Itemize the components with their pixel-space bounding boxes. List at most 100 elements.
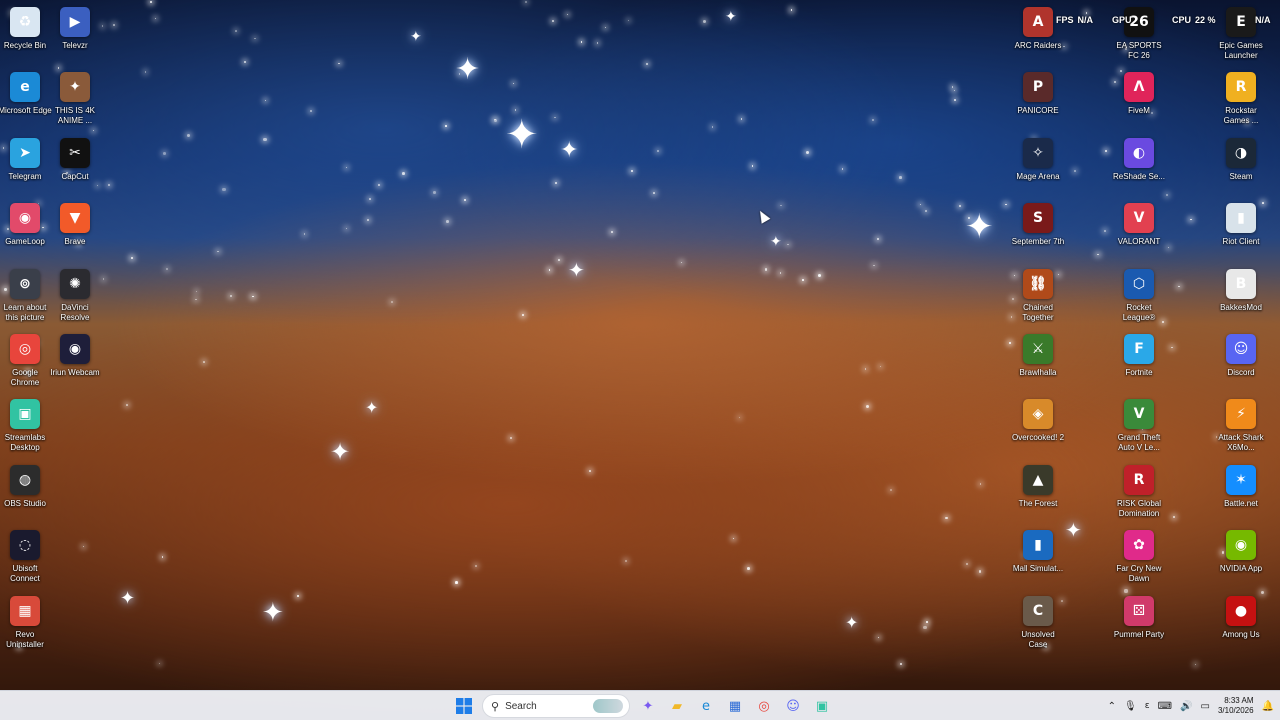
desktop-shortcut-nvidia[interactable]: ◉ NVIDIA App — [1214, 527, 1268, 592]
desktop-shortcut-among-us[interactable]: ● Among Us — [1214, 593, 1268, 658]
streamlabs-taskbar-button[interactable]: ▣ — [810, 694, 834, 718]
televzr-icon: ▶ — [60, 7, 90, 37]
desktop-shortcut-label: Mage Arena — [1016, 171, 1060, 181]
gpu-overlay: GPU — [1112, 13, 1132, 27]
desktop-shortcut-steam[interactable]: ◑ Steam — [1214, 135, 1268, 200]
wallpaper-star — [872, 118, 875, 121]
desktop-shortcut-edge[interactable]: e Microsoft Edge — [0, 69, 52, 134]
battery-icon[interactable]: ▭ — [1201, 701, 1210, 712]
wallpaper-star — [345, 228, 347, 230]
wallpaper-star — [653, 192, 655, 195]
desktop-shortcut-iriun-webcam[interactable]: ◉ Iriun Webcam — [48, 331, 102, 396]
wallpaper-star — [567, 14, 569, 16]
file-explorer-button[interactable]: ▰ — [665, 694, 689, 718]
desktop-shortcut-obs[interactable]: ◍ OBS Studio — [0, 462, 52, 527]
desktop-shortcut-chained-together[interactable]: ⛓ Chained Together — [1011, 266, 1065, 331]
desktop-shortcut-riot-client[interactable]: ▮ Riot Client — [1214, 200, 1268, 265]
desktop-shortcut-fortnite[interactable]: F Fortnite — [1112, 331, 1166, 396]
desktop-shortcut-far-cry[interactable]: ✿ Far Cry New Dawn — [1112, 527, 1166, 592]
microphone-icon[interactable]: 🎙 — [1124, 701, 1137, 712]
desktop-shortcut-capcut[interactable]: ✂ CapCut — [48, 135, 102, 200]
notification-bell-icon[interactable]: 🔔 — [1262, 701, 1274, 712]
desktop-shortcut-brave[interactable]: ▼ Brave — [48, 200, 102, 265]
wallpaper-star — [509, 437, 512, 440]
copilot-button[interactable]: ✦ — [636, 694, 660, 718]
language-icon[interactable]: ε — [1145, 701, 1150, 711]
desktop-shortcut-anime-video[interactable]: ✦ THIS IS 4K ANIME ... — [48, 69, 102, 134]
desktop-shortcut-learn-about-picture[interactable]: ⊚ Learn about this picture — [0, 266, 52, 331]
desktop-shortcut-overcooked[interactable]: ◈ Overcooked! 2 — [1011, 396, 1065, 461]
desktop-shortcut-label: Epic Games Launcher — [1219, 41, 1263, 60]
network-icon[interactable]: ⌨ — [1158, 701, 1172, 712]
wallpaper-star — [1194, 663, 1197, 665]
desktop-shortcut-rockstar[interactable]: R Rockstar Games ... — [1214, 69, 1268, 134]
wallpaper-star — [923, 626, 927, 630]
desktop-shortcut-unsolved-case[interactable]: C Unsolved Case — [1011, 593, 1065, 658]
desktop-shortcut-rocket-league[interactable]: ⬡ Rocket League® — [1112, 266, 1166, 331]
desktop-shortcut-mage-arena[interactable]: ✧ Mage Arena — [1011, 135, 1065, 200]
system-tray: ⌃ 🎙 ε ⌨ 🔊 ▭ 8:33 AM 3/10/2026 🔔 — [1108, 691, 1274, 720]
wallpaper-star — [733, 538, 735, 540]
desktop-shortcut-discord[interactable]: ☺ Discord — [1214, 331, 1268, 396]
desktop-shortcut-revo-uninstaller[interactable]: ▦ Revo Uninstaller — [0, 593, 52, 658]
desktop-shortcut-reshade[interactable]: ◐ ReShade Se... — [1112, 135, 1166, 200]
wallpaper-star-flare: ✦ — [1065, 518, 1082, 542]
desktop-shortcut-brawlhalla[interactable]: ⚔ Brawlhalla — [1011, 331, 1065, 396]
desktop-shortcut-panicore[interactable]: P PANICORE — [1011, 69, 1065, 134]
wallpaper-star — [446, 220, 450, 224]
desktop-shortcut-mall-simulator[interactable]: ▮ Mall Simulat... — [1011, 527, 1065, 592]
wallpaper-star — [610, 231, 614, 234]
wallpaper-star — [390, 300, 393, 303]
desktop-shortcut-label: Mall Simulat... — [1012, 564, 1064, 574]
clock[interactable]: 8:33 AM 3/10/2026 — [1218, 696, 1254, 716]
wallpaper-star — [101, 25, 104, 27]
wallpaper-star — [102, 277, 105, 280]
wallpaper-star — [464, 199, 467, 202]
desktop-shortcut-the-forest[interactable]: ▲ The Forest — [1011, 462, 1065, 527]
unsolved-case-icon: C — [1023, 595, 1053, 626]
desktop-icon-column-left-2: ▶ Televzr ✦ THIS IS 4K ANIME ... ✂ CapCut ▼ Bra… — [48, 4, 102, 396]
desktop-shortcut-davinci-resolve[interactable]: ✺ DaVinci Resolve — [48, 266, 102, 331]
wallpaper-star — [131, 256, 134, 259]
mage-arena-icon: ✧ — [1023, 137, 1053, 168]
cpu-value: 22 % — [1195, 15, 1216, 25]
desktop-shortcut-label: Televzr — [62, 41, 88, 50]
desktop-shortcut-televzr[interactable]: ▶ Televzr — [48, 4, 102, 69]
brawlhalla-icon: ⚔ — [1023, 333, 1053, 364]
desktop-shortcut-valorant[interactable]: V VALORANT — [1112, 200, 1166, 265]
desktop-shortcut-telegram[interactable]: ➤ Telegram — [0, 135, 52, 200]
desktop-shortcut-september-7th[interactable]: S September 7th — [1011, 200, 1065, 265]
desktop-icon-column-right-1: A ARC Raiders P PANICORE ✧ Mage Arena S Septemb… — [1011, 4, 1065, 658]
wallpaper-star — [515, 109, 517, 111]
rockstar-icon: R — [1226, 72, 1256, 103]
desktop-shortcut-chrome[interactable]: ◎ Google Chrome — [0, 331, 52, 396]
wallpaper-star — [680, 261, 683, 264]
desktop-shortcut-streamlabs[interactable]: ▣ Streamlabs Desktop — [0, 396, 52, 461]
desktop-shortcut-attack-shark[interactable]: ⚡ Attack Shark X6Mo... — [1214, 396, 1268, 461]
wallpaper-star — [1097, 253, 1099, 255]
desktop-shortcut-pummel-party[interactable]: ⚄ Pummel Party — [1112, 593, 1166, 658]
store-button[interactable]: ▦ — [723, 694, 747, 718]
desktop-shortcut-gameloop[interactable]: ◉ GameLoop — [0, 200, 52, 265]
taskbar-search[interactable]: ⚲ Search — [482, 694, 630, 718]
discord-taskbar-button[interactable]: ☺ — [781, 694, 805, 718]
desktop-shortcut-label: DaVinci Resolve — [60, 302, 90, 322]
desktop-shortcut-gta-v[interactable]: V Grand Theft Auto V Le... — [1112, 396, 1166, 461]
desktop-shortcut-fivem[interactable]: Λ FiveM — [1112, 69, 1166, 134]
desktop-shortcut-battlenet[interactable]: ✶ Battle.net — [1214, 462, 1268, 527]
start-button[interactable] — [452, 694, 476, 718]
wallpaper-star — [166, 267, 169, 270]
volume-icon[interactable]: 🔊 — [1180, 701, 1192, 712]
desktop-shortcut-risk[interactable]: R RISK Global Domination — [1112, 462, 1166, 527]
desktop-shortcut-ubisoft[interactable]: ◌ Ubisoft Connect — [0, 527, 52, 592]
taskbar: ⚲ Search ✦ ▰ e ▦ ◎ ☺ ▣ ⌃ 🎙 ε ⌨ 🔊 ▭ 8:33 AM 3/1… — [0, 690, 1280, 720]
edge-taskbar-button[interactable]: e — [694, 694, 718, 718]
wallpaper-star — [805, 151, 809, 155]
desktop-shortcut-label: Fortnite — [1125, 367, 1153, 377]
desktop-shortcut-bakkesmod[interactable]: B BakkesMod — [1214, 266, 1268, 331]
desktop-shortcut-recycle-bin[interactable]: ♻ Recycle Bin — [0, 4, 52, 69]
chevron-up-icon[interactable]: ⌃ — [1108, 701, 1116, 712]
chrome-taskbar-button[interactable]: ◎ — [752, 694, 776, 718]
wallpaper-star — [751, 165, 754, 167]
wallpaper-star — [779, 271, 782, 274]
